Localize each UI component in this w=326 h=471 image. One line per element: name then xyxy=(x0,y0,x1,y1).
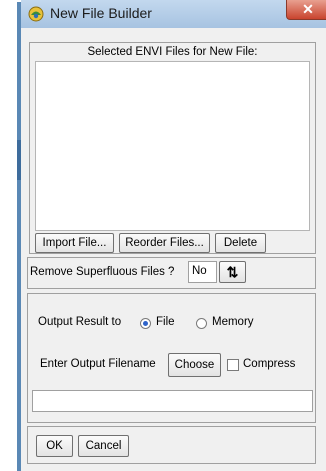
title-bar[interactable]: New File Builder ✕ xyxy=(21,0,326,28)
remove-superfluous-panel: Remove Superfluous Files ? No ⇅ xyxy=(27,257,316,289)
close-button[interactable]: ✕ xyxy=(286,0,326,20)
new-file-builder-window: New File Builder ✕ Selected ENVI Files f… xyxy=(17,0,326,471)
output-result-label: Output Result to xyxy=(38,316,122,328)
toggle-arrows-button[interactable]: ⇅ xyxy=(219,261,246,283)
import-file-button[interactable]: Import File... xyxy=(35,233,114,253)
output-panel: Output Result to File Memory Enter Outpu… xyxy=(27,293,316,423)
cancel-button[interactable]: Cancel xyxy=(78,435,129,457)
selected-files-heading: Selected ENVI Files for New File: xyxy=(87,46,258,58)
compress-label: Compress xyxy=(243,358,296,370)
output-file-radio[interactable] xyxy=(140,318,151,329)
envi-app-icon xyxy=(28,6,44,22)
selected-files-list[interactable] xyxy=(35,61,310,231)
remove-superfluous-label: Remove Superfluous Files ? xyxy=(30,266,175,278)
window-title: New File Builder xyxy=(50,5,152,21)
close-icon: ✕ xyxy=(302,1,314,17)
choose-button[interactable]: Choose xyxy=(168,353,221,377)
reorder-files-button[interactable]: Reorder Files... xyxy=(119,233,210,253)
output-filename-input[interactable] xyxy=(32,390,313,412)
selected-files-panel: Selected ENVI Files for New File: Import… xyxy=(29,42,316,254)
output-memory-radio[interactable] xyxy=(196,318,207,329)
output-memory-label: Memory xyxy=(212,316,254,328)
ok-button[interactable]: OK xyxy=(36,435,73,457)
output-filename-label: Enter Output Filename xyxy=(40,358,156,370)
remove-superfluous-value[interactable]: No xyxy=(188,261,217,283)
action-panel: OK Cancel xyxy=(27,426,316,464)
output-file-label: File xyxy=(156,316,175,328)
compress-checkbox[interactable] xyxy=(227,359,239,371)
dialog-body: Selected ENVI Files for New File: Import… xyxy=(21,28,326,471)
toggle-arrows-icon: ⇅ xyxy=(226,264,239,280)
delete-button[interactable]: Delete xyxy=(215,233,266,253)
